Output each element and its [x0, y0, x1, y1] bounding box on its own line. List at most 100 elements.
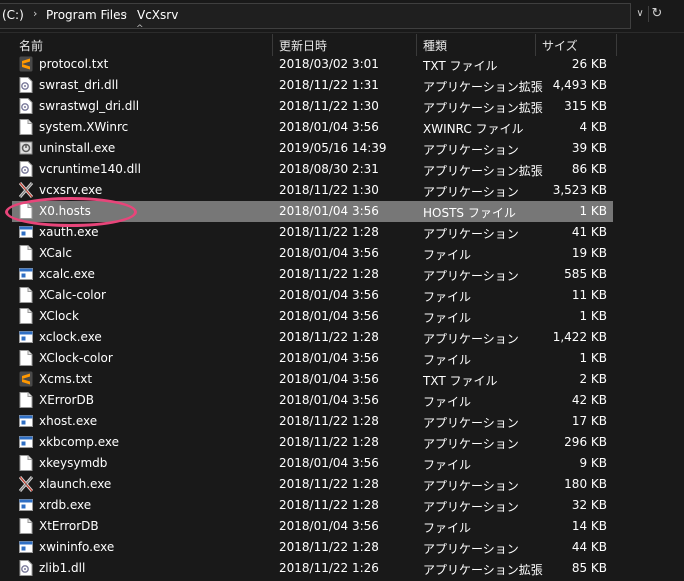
file-name: vcruntime140.dll: [39, 162, 141, 176]
refresh-icon[interactable]: ↻: [648, 6, 665, 22]
column-header-date[interactable]: 更新日時: [279, 37, 327, 54]
file-date: 2018/11/22 1:28: [279, 540, 379, 554]
file-size: 14 KB: [571, 519, 607, 533]
file-date: 2018/01/04 3:56: [279, 120, 379, 134]
file-size: 17 KB: [571, 414, 607, 428]
file-row[interactable]: vcxsrv.exe 2018/11/22 1:30 アプリケーション 3,523 K…: [12, 180, 613, 201]
file-date: 2018/11/22 1:30: [279, 183, 379, 197]
file-size: 85 KB: [571, 561, 607, 575]
file-type: ファイル: [423, 458, 472, 472]
file-row[interactable]: XErrorDB 2018/01/04 3:56 ファイル 42 KB: [12, 390, 613, 411]
file-row[interactable]: xlaunch.exe 2018/11/22 1:28 アプリケーション 180 KB: [12, 474, 613, 495]
file-date: 2018/11/22 1:31: [279, 78, 379, 92]
file-row[interactable]: xcalc.exe 2018/11/22 1:28 アプリケーション 585 KB: [12, 264, 613, 285]
file-icon: [19, 518, 33, 534]
file-size: 1 KB: [579, 309, 607, 323]
column-divider[interactable]: [616, 34, 617, 56]
file-name: XCalc: [39, 246, 73, 260]
file-name: uninstall.exe: [39, 141, 116, 155]
file-row[interactable]: xwininfo.exe 2018/11/22 1:28 アプリケーション 44 KB: [12, 537, 613, 558]
column-header-type[interactable]: 種類: [423, 37, 447, 54]
file-row[interactable]: protocol.txt 2018/03/02 3:01 TXT ファイル 26 KB: [12, 54, 613, 75]
file-type: アプリケーション: [423, 332, 519, 346]
file-icon: [19, 350, 33, 366]
file-row[interactable]: Xcms.txt 2018/01/04 3:56 TXT ファイル 2 KB: [12, 369, 613, 390]
file-name: protocol.txt: [39, 57, 109, 71]
file-date: 2018/11/22 1:28: [279, 225, 379, 239]
file-icon: [19, 392, 33, 408]
file-name: xkbcomp.exe: [39, 435, 120, 449]
breadcrumb-program-files[interactable]: Program Files: [46, 8, 127, 22]
file-row[interactable]: uninstall.exe 2019/05/16 14:39 アプリケーション 39 …: [12, 138, 613, 159]
address-dropdown-icon[interactable]: ∨: [634, 8, 646, 20]
file-icon: [19, 308, 33, 324]
file-type: HOSTS ファイル: [423, 206, 516, 220]
file-row[interactable]: xclock.exe 2018/11/22 1:28 アプリケーション 1,422 K…: [12, 327, 613, 348]
file-name: xclock.exe: [39, 330, 102, 344]
file-type: TXT ファイル: [423, 374, 498, 388]
file-size: 26 KB: [571, 57, 607, 71]
file-date: 2018/11/22 1:26: [279, 561, 379, 575]
file-name: swrast_dri.dll: [39, 78, 119, 92]
exe-icon: [19, 497, 33, 513]
file-date: 2018/01/04 3:56: [279, 372, 379, 386]
file-row[interactable]: vcruntime140.dll 2018/08/30 2:31 アプリケーション拡…: [12, 159, 613, 180]
file-name: swrastwgl_dri.dll: [39, 99, 140, 113]
file-name: XErrorDB: [39, 393, 94, 407]
file-date: 2018/01/04 3:56: [279, 456, 379, 470]
file-type: アプリケーション: [423, 143, 519, 157]
file-row[interactable]: XClock 2018/01/04 3:56 ファイル 1 KB: [12, 306, 613, 327]
file-row[interactable]: XCalc 2018/01/04 3:56 ファイル 19 KB: [12, 243, 613, 264]
file-size: 296 KB: [564, 435, 607, 449]
file-row[interactable]: XtErrorDB 2018/01/04 3:56 ファイル 14 KB: [12, 516, 613, 537]
file-row[interactable]: xrdb.exe 2018/11/22 1:28 アプリケーション 32 KB: [12, 495, 613, 516]
column-header-name[interactable]: 名前: [19, 37, 43, 54]
file-row[interactable]: xhost.exe 2018/11/22 1:28 アプリケーション 17 KB: [12, 411, 613, 432]
file-date: 2018/01/04 3:56: [279, 519, 379, 533]
file-date: 2018/11/22 1:28: [279, 477, 379, 491]
vertical-scrollbar[interactable]: [669, 56, 684, 581]
exe-icon: [19, 434, 33, 450]
column-divider[interactable]: [535, 34, 536, 56]
file-name: xauth.exe: [39, 225, 99, 239]
file-date: 2018/11/22 1:28: [279, 330, 379, 344]
file-row[interactable]: system.XWinrc 2018/01/04 3:56 XWINRC ファイル 4…: [12, 117, 613, 138]
sort-ascending-icon: ^: [136, 24, 144, 34]
file-date: 2018/01/04 3:56: [279, 288, 379, 302]
sublime-icon: [19, 56, 33, 72]
file-row[interactable]: XClock-color 2018/01/04 3:56 ファイル 1 KB: [12, 348, 613, 369]
file-date: 2018/01/04 3:56: [279, 351, 379, 365]
file-date: 2018/01/04 3:56: [279, 246, 379, 260]
file-type: ファイル: [423, 311, 472, 325]
breadcrumb-vcxsrv[interactable]: VcXsrv: [137, 8, 178, 22]
file-row[interactable]: xkeysymdb 2018/01/04 3:56 ファイル 9 KB: [12, 453, 613, 474]
file-row[interactable]: XCalc-color 2018/01/04 3:56 ファイル 11 KB: [12, 285, 613, 306]
dll-icon: [19, 560, 33, 576]
file-date: 2018/11/22 1:28: [279, 414, 379, 428]
address-bar: (C:) › Program Files › VcXsrv ∨ ↻: [0, 0, 684, 33]
dll-icon: [19, 98, 33, 114]
dll-icon: [19, 77, 33, 93]
file-row[interactable]: swrast_dri.dll 2018/11/22 1:31 アプリケーション拡張 4…: [12, 75, 613, 96]
file-size: 9 KB: [579, 456, 607, 470]
file-row[interactable]: zlib1.dll 2018/11/22 1:26 アプリケーション拡張 85 KB: [12, 558, 613, 579]
column-divider[interactable]: [272, 34, 273, 56]
breadcrumb-separator-icon[interactable]: ›: [33, 7, 37, 20]
file-date: 2018/01/04 3:56: [279, 393, 379, 407]
file-date: 2018/11/22 1:28: [279, 435, 379, 449]
breadcrumb-separator-icon[interactable]: ›: [123, 7, 127, 20]
file-row[interactable]: xkbcomp.exe 2018/11/22 1:28 アプリケーション 296 KB: [12, 432, 613, 453]
file-row[interactable]: X0.hosts 2018/01/04 3:56 HOSTS ファイル 1 KB: [12, 201, 613, 222]
file-row[interactable]: swrastwgl_dri.dll 2018/11/22 1:30 アプリケーション…: [12, 96, 613, 117]
breadcrumb-drive[interactable]: (C:): [2, 8, 24, 22]
file-type: アプリケーション: [423, 227, 519, 241]
file-name: zlib1.dll: [39, 561, 86, 575]
file-name: xwininfo.exe: [39, 540, 115, 554]
file-icon: [19, 455, 33, 471]
file-row[interactable]: xauth.exe 2018/11/22 1:28 アプリケーション 41 KB: [12, 222, 613, 243]
file-date: 2018/11/22 1:28: [279, 267, 379, 281]
file-type: ファイル: [423, 248, 472, 262]
file-size: 4,493 KB: [552, 78, 607, 92]
column-header-size[interactable]: サイズ: [542, 37, 578, 54]
column-divider[interactable]: [416, 34, 417, 56]
